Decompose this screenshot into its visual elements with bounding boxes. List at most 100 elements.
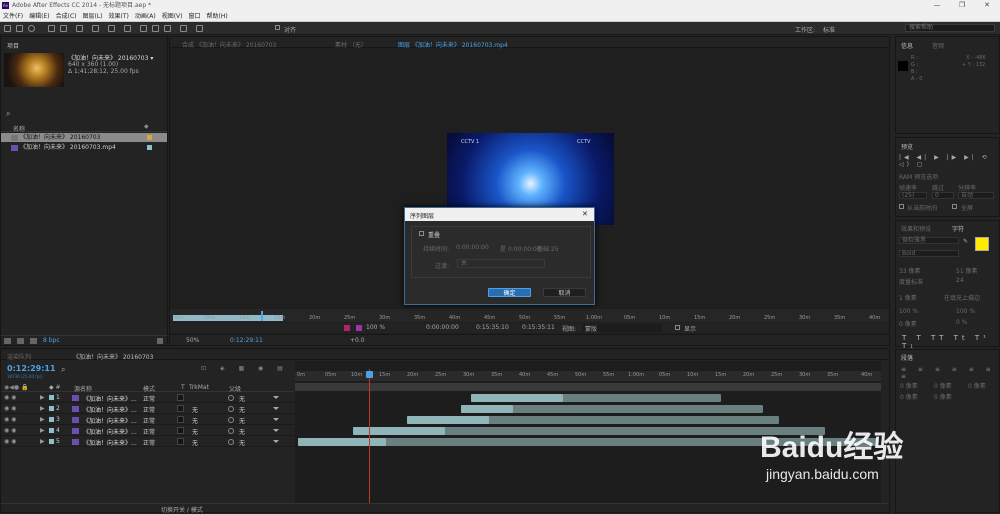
hand-tool-icon[interactable] [16,25,23,32]
text-style-buttons[interactable]: T T TT Tt T¹ T₁ [902,334,999,350]
viewer-timebar[interactable]: 0m 05m 10m 15m 20m 25m 30m 35m 40m 45m 5… [170,309,889,322]
help-search-input[interactable]: 搜索帮助 [905,24,995,32]
source-name-header[interactable]: 源名称 [74,384,92,393]
menu-effect[interactable]: 效果(T) [106,11,132,22]
tab-preview[interactable]: 预览 [901,142,913,151]
layer-mode[interactable]: 正常 [143,394,155,403]
kerning-value[interactable]: 度量标准 [899,277,923,286]
name-column-header[interactable]: 名称 [13,124,25,133]
bit-depth-button[interactable]: 8 bpc [43,337,60,344]
project-item-footage[interactable]: 《加油！向未来》 20160703.mp4 [1,143,167,152]
preserve-transparency-checkbox[interactable] [177,427,184,434]
menu-view[interactable]: 视图(V) [159,11,186,22]
layer-bar-5-active[interactable] [298,438,386,446]
mode-header[interactable]: 模式 [143,384,155,393]
av-switches[interactable]: ◉ ◉ [4,416,16,423]
space-after-value[interactable]: 0 像素 [934,392,952,401]
delete-icon[interactable] [157,338,163,344]
zoom-tool-icon[interactable] [28,25,35,32]
layer-trkmat[interactable]: 无 [192,416,198,425]
layer-row[interactable]: ◉ ◉ ▶ 4 《加油！向未来》... 正常 无 无 [1,426,294,436]
fullscreen-checkbox[interactable] [952,204,957,209]
layer-mode[interactable]: 正常 [143,416,155,425]
parent-pickwhip-icon[interactable] [228,406,234,412]
menu-help[interactable]: 帮助(H) [204,11,231,22]
layer-row[interactable]: ◉ ◉ ▶ 2 《加油！向未来》... 正常 无 无 [1,404,294,414]
layer-parent[interactable]: 无 [239,416,245,425]
menu-animation[interactable]: 动画(A) [132,11,159,22]
parent-pickwhip-icon[interactable] [228,428,234,434]
parent-pickwhip-icon[interactable] [228,417,234,423]
timeline-timecode[interactable]: 0:12:29:11 [7,364,56,373]
in-point-time[interactable]: 0:00:00:00 [426,324,459,331]
layer-mode[interactable]: 正常 [143,405,155,414]
playhead-handle[interactable] [366,371,373,378]
stroke-mode-select[interactable]: 在填充上描边 [944,293,980,302]
out-point-time[interactable]: 0:15:35:10 [476,324,509,331]
menu-window[interactable]: 窗口 [185,11,203,22]
camera-tool-icon[interactable] [60,25,67,32]
preserve-transparency-checkbox[interactable] [177,394,184,401]
parent-header[interactable]: 父级 [229,384,241,393]
overlap-checkbox[interactable] [419,231,424,236]
workspace-select[interactable]: 标准 [823,25,835,34]
maximize-button[interactable]: ❐ [950,0,974,11]
show-checkbox[interactable] [675,325,680,330]
layer-name[interactable]: 《加油！向未来》... [83,438,137,447]
layer-trkmat[interactable]: 无 [192,427,198,436]
snap-checkbox[interactable] [275,25,280,30]
tracking-value[interactable]: 24 [956,277,964,284]
rotate-tool-icon[interactable] [48,25,55,32]
av-switches[interactable]: ◉ ◉ [4,427,16,434]
tsume-value[interactable]: 0 % [956,319,967,326]
layer-name[interactable]: 《加油！向未来》... [83,394,137,403]
current-time-indicator[interactable] [261,311,263,321]
view-select[interactable]: 蒙版 [582,324,662,333]
skip-field[interactable]: 0 [932,192,954,199]
roto-brush-tool-icon[interactable] [180,25,187,32]
type-tool-icon[interactable] [124,25,131,32]
label-color-swatch[interactable] [49,428,54,433]
magnification-select[interactable]: 50% [186,337,199,344]
layer-trkmat[interactable]: 无 [192,405,198,414]
layer-name[interactable]: 《加油！向未来》... [83,405,137,414]
horizontal-scale-value[interactable]: 100 % [956,308,975,315]
label-column-icon[interactable]: ◆ [144,123,149,130]
timeline-ruler[interactable]: 0m 05m 10m 15m 20m 25m 30m 35m 40m 45m 5… [295,371,881,381]
tab-render-queue[interactable]: 渲染队列 [7,352,31,361]
clone-stamp-tool-icon[interactable] [152,25,159,32]
expand-arrow-icon[interactable]: ▶ [40,427,45,434]
current-time-display[interactable]: 0:12:29:11 [230,337,263,344]
av-switches[interactable]: ◉ ◉ [4,438,16,445]
puppet-tool-icon[interactable] [196,25,203,32]
project-item-composition[interactable]: 《加油！向未来》 20160703 [1,133,167,142]
layer-mode[interactable]: 正常 [143,438,155,447]
layer-bar-1-active[interactable] [471,394,563,402]
label-color-swatch[interactable] [147,145,152,150]
project-tab[interactable]: 项目 [7,41,19,50]
tab-footage[interactable]: 素材 （无） [335,40,367,49]
rectangle-tool-icon[interactable] [92,25,99,32]
work-area-bar[interactable] [295,383,881,391]
tab-paragraph[interactable]: 段落 [901,353,913,362]
work-area-bar[interactable] [173,315,283,321]
parent-dropdown-icon[interactable] [273,396,279,399]
viewer-zoom-value[interactable]: 100 % [366,324,385,331]
expand-arrow-icon[interactable]: ▶ [40,405,45,412]
purple-swatch-icon[interactable] [356,325,362,331]
ok-button[interactable]: 确定 [488,288,531,297]
ram-preview-options[interactable]: RAM 预览选项 [899,172,938,181]
timeline-search-icon[interactable]: ⌕ [61,365,65,375]
font-style-select[interactable]: Bold [899,250,959,257]
tab-character[interactable]: 字符 [952,224,964,233]
layer-row[interactable]: ◉ ◉ ▶ 3 《加油！向未来》... 正常 无 无 [1,415,294,425]
indent-first-value[interactable]: 0 像素 [968,381,986,390]
av-switches[interactable]: ◉ ◉ [4,405,16,412]
tab-layer[interactable]: 图层 《加油！向未来》 20160703.mp4 [398,40,508,49]
selection-tool-icon[interactable] [4,25,11,32]
menu-layer[interactable]: 图层(L) [80,11,106,22]
layer-trkmat[interactable]: 无 [192,438,198,447]
trkmat-header[interactable]: TrkMat [189,384,209,391]
fill-color-swatch[interactable] [975,237,989,251]
new-folder-icon[interactable] [17,338,24,344]
